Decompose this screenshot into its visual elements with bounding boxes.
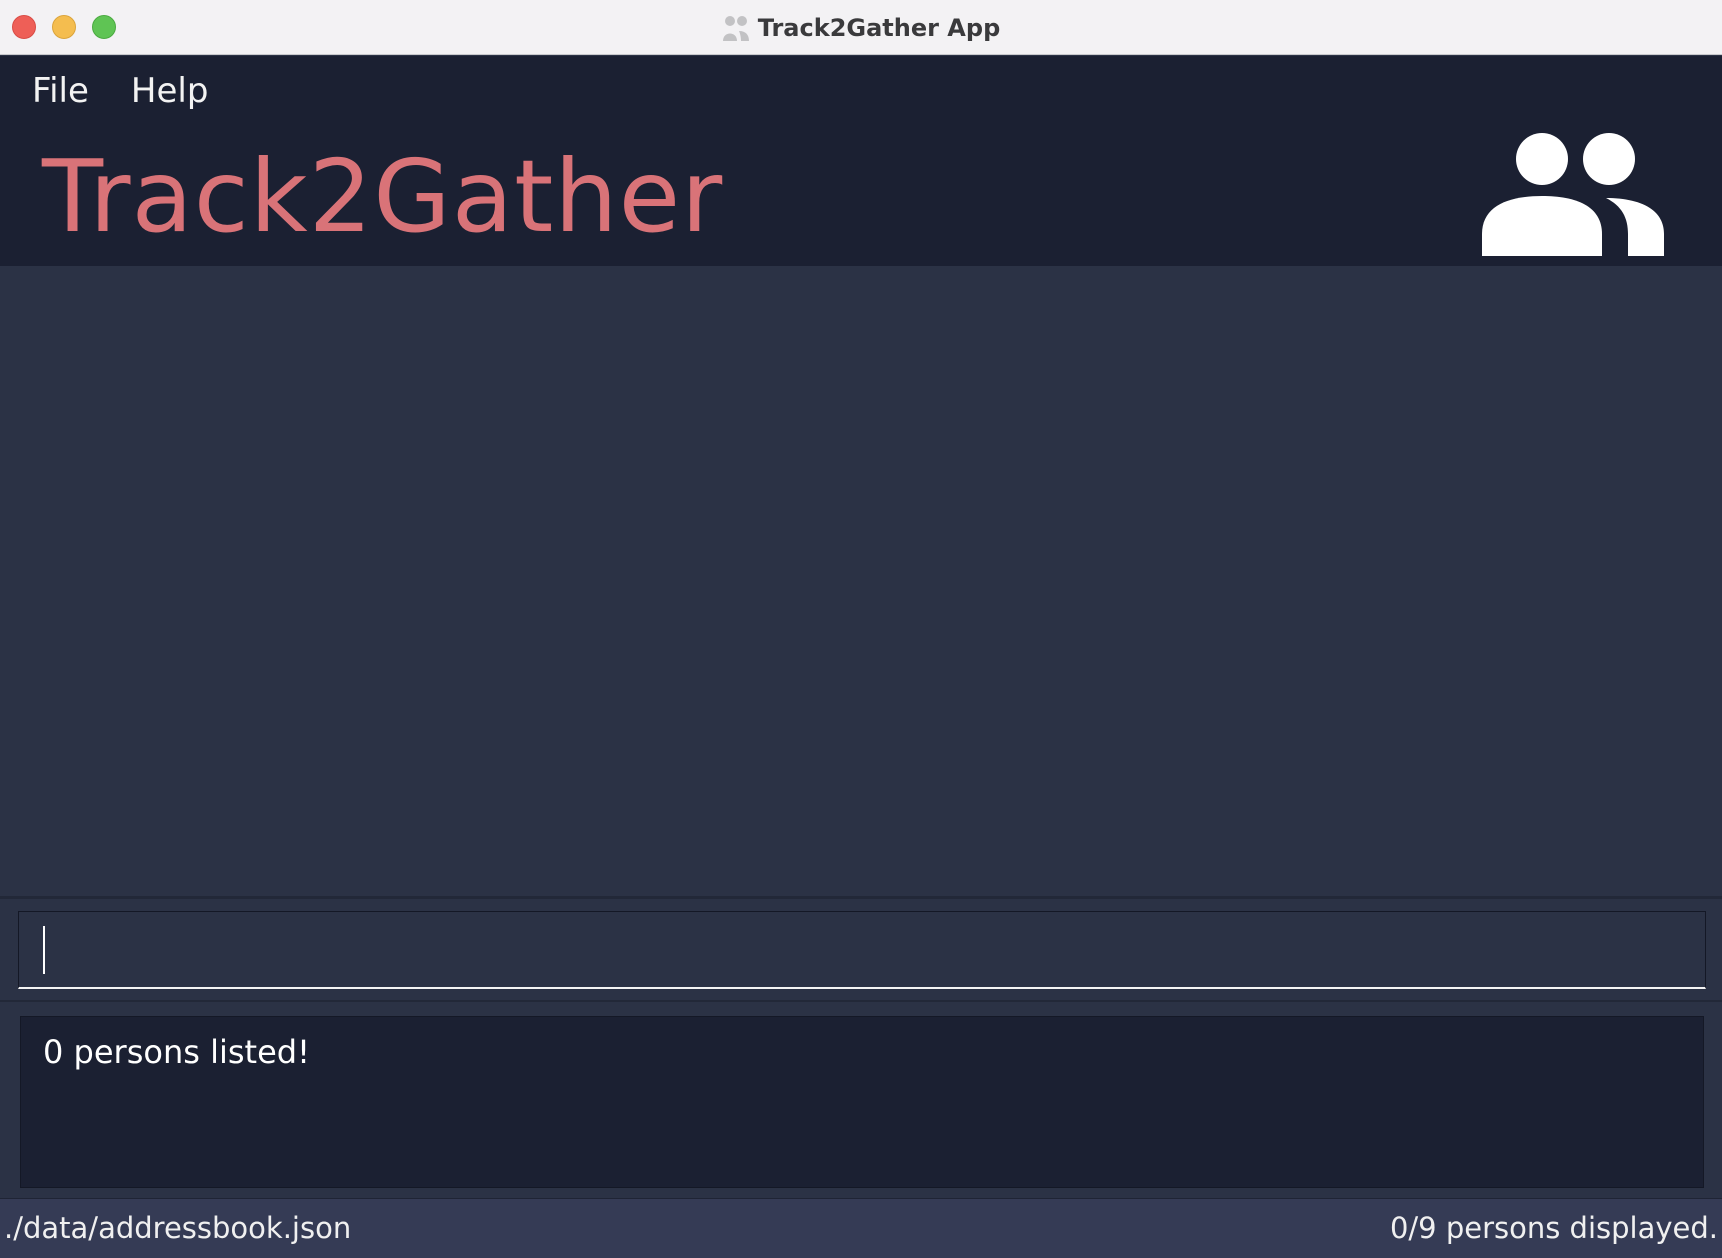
window-title: Track2Gather App — [757, 13, 1001, 42]
app-icon — [722, 15, 749, 41]
command-section — [0, 896, 1722, 1000]
people-group-icon — [1482, 133, 1664, 256]
save-file-path: ./data/addressbook.json — [4, 1211, 352, 1245]
app-window: Track2Gather App File Help Track2Gather … — [0, 0, 1722, 1258]
app-header: File Help Track2Gather — [0, 56, 1722, 266]
persons-displayed-count: 0/9 persons displayed. — [1389, 1211, 1718, 1245]
status-bar: ./data/addressbook.json 0/9 persons disp… — [0, 1198, 1722, 1258]
app-heading: Track2Gather — [42, 138, 724, 255]
menu-help[interactable]: Help — [131, 71, 209, 111]
command-input[interactable] — [19, 912, 1705, 987]
result-message: 0 persons listed! — [43, 1033, 310, 1071]
result-display[interactable]: 0 persons listed! — [20, 1016, 1704, 1188]
menu-bar: File Help — [0, 56, 250, 126]
text-caret — [43, 926, 45, 974]
title-container: Track2Gather App — [0, 0, 1722, 55]
menu-file[interactable]: File — [32, 71, 89, 111]
result-section: 0 persons listed! — [0, 1000, 1722, 1198]
title-bar[interactable]: Track2Gather App — [0, 0, 1722, 55]
person-list-panel[interactable] — [0, 266, 1722, 896]
command-box[interactable] — [18, 911, 1706, 989]
